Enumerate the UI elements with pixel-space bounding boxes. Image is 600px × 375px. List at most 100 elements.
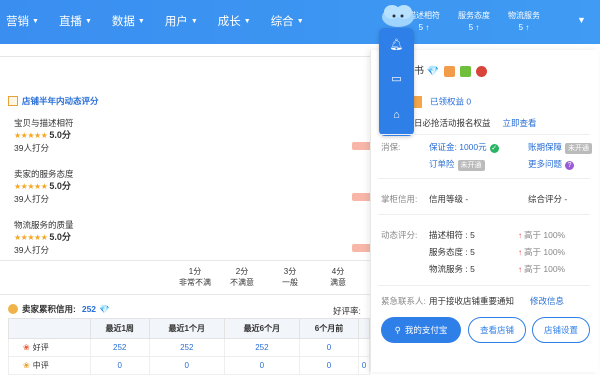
- overall-score: 综合评分 -: [528, 194, 568, 204]
- scale-2: 2分 不满意: [222, 266, 262, 288]
- nav-item-users[interactable]: 用户 ▼: [165, 13, 198, 29]
- badge-icon: [444, 66, 456, 77]
- table-header: [8, 318, 91, 339]
- home-icon[interactable]: ⌂: [389, 108, 404, 123]
- table-cell[interactable]: 252: [148, 338, 225, 357]
- chevron-down-icon: ▼: [137, 17, 145, 25]
- bell-icon[interactable]: 🔔︎: [389, 38, 404, 53]
- nav-label: 直播: [58, 16, 82, 28]
- score-value: 5: [518, 23, 524, 32]
- divider: [378, 214, 590, 215]
- view-shop-button[interactable]: 查看店铺: [468, 317, 526, 343]
- rating-bar: [352, 142, 372, 150]
- nav-label: 成长: [217, 16, 241, 28]
- shop-level: 已领权益 0: [414, 96, 471, 108]
- view-now-link[interactable]: 立即查看: [503, 118, 537, 128]
- compare-text: 高于 100%: [524, 247, 566, 257]
- closed-tag: 未开通: [565, 143, 593, 154]
- good-rate-label: 好评率:: [333, 306, 361, 316]
- arrow-up-icon: ↑: [475, 23, 480, 32]
- top-score-service: 服务态度 5 ↑: [458, 10, 490, 34]
- order-insurance[interactable]: 订单险 未开通: [429, 159, 485, 171]
- scale-value: 4分: [331, 267, 345, 276]
- nav-label: 综合: [270, 16, 294, 28]
- nav-item-data[interactable]: 数据 ▼: [112, 13, 145, 29]
- more-issues[interactable]: 更多问题?: [528, 159, 575, 170]
- nav-item-growth[interactable]: 成长 ▼: [218, 13, 251, 29]
- closed-tag: 未开通: [457, 160, 485, 171]
- compare-logistics: ↑ 高于 100%: [518, 264, 565, 275]
- arrow-up-icon: ↑: [425, 23, 430, 32]
- table-cell[interactable]: 252: [223, 338, 300, 357]
- deposit[interactable]: 保证金: 1000元 ✓: [429, 142, 499, 153]
- dynamic-score-service: 服务态度 : 5: [429, 247, 475, 257]
- more-issues-text: 更多问题: [528, 159, 563, 169]
- shop-name-text: 书: [414, 66, 424, 78]
- deposit-text: 保证金: 1000元: [429, 142, 487, 152]
- star-rating-icon: ★★★★★: [14, 182, 48, 191]
- item-score: 5.0分: [49, 130, 71, 140]
- order-insurance-text: 订单险: [429, 159, 455, 169]
- table-cell[interactable]: 252: [89, 338, 150, 357]
- credit-table: 最近1周 最近1个月 最近6个月 6个月前 ❀ 好评 252 252 252 0 …: [8, 318, 370, 375]
- calendar-icon: [8, 96, 18, 106]
- row-label-text: 好评: [32, 343, 49, 352]
- seller-credit: 卖家累积信用: 252 💎: [8, 303, 110, 315]
- table-header: 最近6个月: [223, 318, 300, 339]
- good-review-icon: ❀: [23, 343, 30, 352]
- level-icon: [414, 96, 422, 108]
- edit-info-link[interactable]: 修改信息: [530, 296, 564, 307]
- nav-item-general[interactable]: 综合 ▼: [271, 13, 304, 29]
- scale-value: 1分: [188, 267, 202, 276]
- neutral-review-icon: ❀: [23, 361, 30, 370]
- star-rating-icon: ★★★★★: [14, 233, 48, 242]
- top-nav-bar: 营销 ▼ 直播 ▼ 数据 ▼ 用户 ▼ 成长 ▼ 综合 ▼ 描述相符 5 ↑ 服务态度 5 ↑ …: [0, 0, 600, 44]
- dynamic-score-label: 动态评分:: [381, 230, 418, 240]
- shop-settings-button[interactable]: 店铺设置: [532, 317, 590, 343]
- row-label: ❀ 好评: [8, 338, 91, 357]
- dynamic-item-desc: 宝贝与描述相符 ★★★★★ 5.0分 39人打分: [14, 117, 74, 154]
- cloud-mascot-icon: [382, 5, 414, 27]
- nav-label: 数据: [111, 16, 135, 28]
- check-icon: ✓: [489, 144, 499, 153]
- nav-item-marketing[interactable]: 营销 ▼: [6, 13, 39, 29]
- account-dropdown-icon[interactable]: ▼: [577, 15, 586, 25]
- divider: [378, 134, 590, 135]
- item-label: 物流服务的质量: [14, 220, 74, 230]
- shop-credit-label: 掌柜信用:: [381, 194, 418, 204]
- alipay-button[interactable]: ⚲ 我的支付宝: [381, 317, 461, 343]
- main-nav: 营销 ▼ 直播 ▼ 数据 ▼ 用户 ▼ 成长 ▼ 综合 ▼: [6, 13, 324, 29]
- credit-value: 252: [81, 304, 97, 314]
- shop-name: 书 💎: [414, 66, 487, 77]
- chevron-down-icon: ▼: [32, 17, 39, 25]
- dynamic-score-title: 店铺半年内动态评分: [8, 95, 99, 107]
- message-icon[interactable]: ▭: [389, 72, 404, 87]
- account-guarantee[interactable]: 账期保障 未开通: [528, 142, 593, 154]
- star-rating-icon: ★★★★★: [14, 131, 48, 140]
- table-header-row: 最近1周 最近1个月 最近6个月 6个月前: [8, 318, 370, 339]
- arrow-up-icon: ↑: [518, 248, 522, 257]
- question-icon: ?: [565, 161, 575, 170]
- scale-value: 2分: [235, 267, 249, 276]
- activity-rights: 日必抢活动报名权益 立即查看: [414, 118, 537, 129]
- rights-count[interactable]: 已领权益 0: [430, 96, 471, 106]
- divider: [378, 285, 590, 286]
- item-label: 卖家的服务态度: [14, 169, 74, 179]
- nav-label: 营销: [6, 16, 29, 28]
- scale-3: 3分 一般: [270, 266, 310, 288]
- scale-4: 4分 满意: [318, 266, 358, 288]
- score-value: 5: [418, 23, 424, 32]
- divider: [0, 56, 370, 57]
- item-count: 39人打分: [14, 194, 49, 204]
- divider: [378, 178, 590, 179]
- dynamic-score-desc: 描述相符 : 5: [429, 230, 475, 240]
- compare-desc: ↑ 高于 100%: [518, 230, 565, 241]
- floating-sidebar: 🔔︎ ▭ ⌂: [379, 28, 414, 136]
- diamond-icon: 💎: [426, 66, 440, 78]
- rating-bar: [352, 193, 372, 201]
- button-label: 店铺设置: [543, 325, 578, 335]
- nav-item-live[interactable]: 直播 ▼: [59, 13, 92, 29]
- rating-bar: [352, 244, 372, 252]
- table-cell[interactable]: 0: [298, 338, 360, 357]
- table-row: ❀ 好评 252 252 252 0: [8, 338, 370, 357]
